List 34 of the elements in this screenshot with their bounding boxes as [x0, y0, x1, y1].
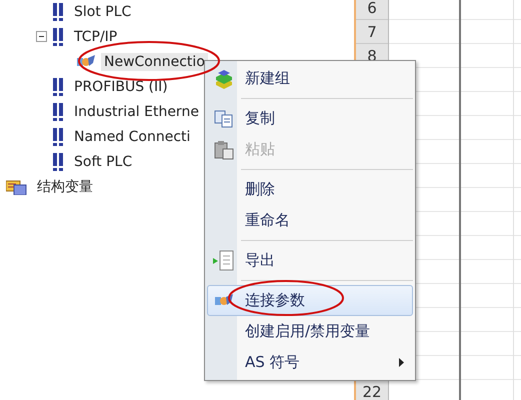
row-number: 6 — [367, 0, 377, 17]
connection-icon — [77, 54, 95, 68]
exclamation-bars-icon — [53, 128, 65, 146]
clipboard-icon — [214, 140, 234, 160]
exclamation-bars-icon — [53, 78, 65, 96]
menu-item[interactable]: 导出 — [207, 245, 413, 276]
menu-item[interactable]: 连接参数 — [207, 285, 413, 316]
menu-item[interactable]: 重命名 — [207, 205, 413, 236]
submenu-arrow-icon — [399, 358, 404, 367]
tree-item[interactable]: Slot PLC — [71, 2, 134, 20]
cube-stack-icon — [215, 68, 233, 88]
menu-item[interactable]: 复制 — [207, 103, 413, 134]
tree-item[interactable]: Soft PLC — [71, 152, 136, 170]
tree-item[interactable]: NewConnectio — [101, 52, 208, 70]
structure-icon — [6, 178, 28, 194]
connection-icon — [215, 294, 233, 308]
exclamation-bars-icon — [53, 152, 65, 170]
export-document-icon — [213, 250, 235, 272]
exclamation-bars-icon — [53, 2, 65, 20]
menu-item[interactable]: 创建启用/禁用变量 — [207, 316, 413, 347]
menu-item[interactable]: AS 符号 — [207, 347, 413, 378]
menu-item[interactable]: 删除 — [207, 174, 413, 205]
exclamation-bars-icon — [53, 102, 65, 120]
tree-item[interactable]: PROFIBUS (II) — [71, 78, 171, 96]
menu-item[interactable]: 新建组 — [207, 63, 413, 94]
row-number: 7 — [367, 23, 377, 41]
tree-item[interactable]: 结构变量 — [34, 176, 96, 196]
exclamation-bars-icon — [53, 28, 65, 46]
copy-icon — [214, 110, 234, 128]
collapse-toggle[interactable] — [36, 31, 47, 42]
tree-item[interactable]: Named Connecti — [71, 128, 194, 146]
tree-item[interactable]: Industrial Etherne — [71, 102, 202, 120]
row-number: 22 — [362, 383, 382, 400]
tree-item[interactable]: TCP/IP — [71, 28, 120, 46]
